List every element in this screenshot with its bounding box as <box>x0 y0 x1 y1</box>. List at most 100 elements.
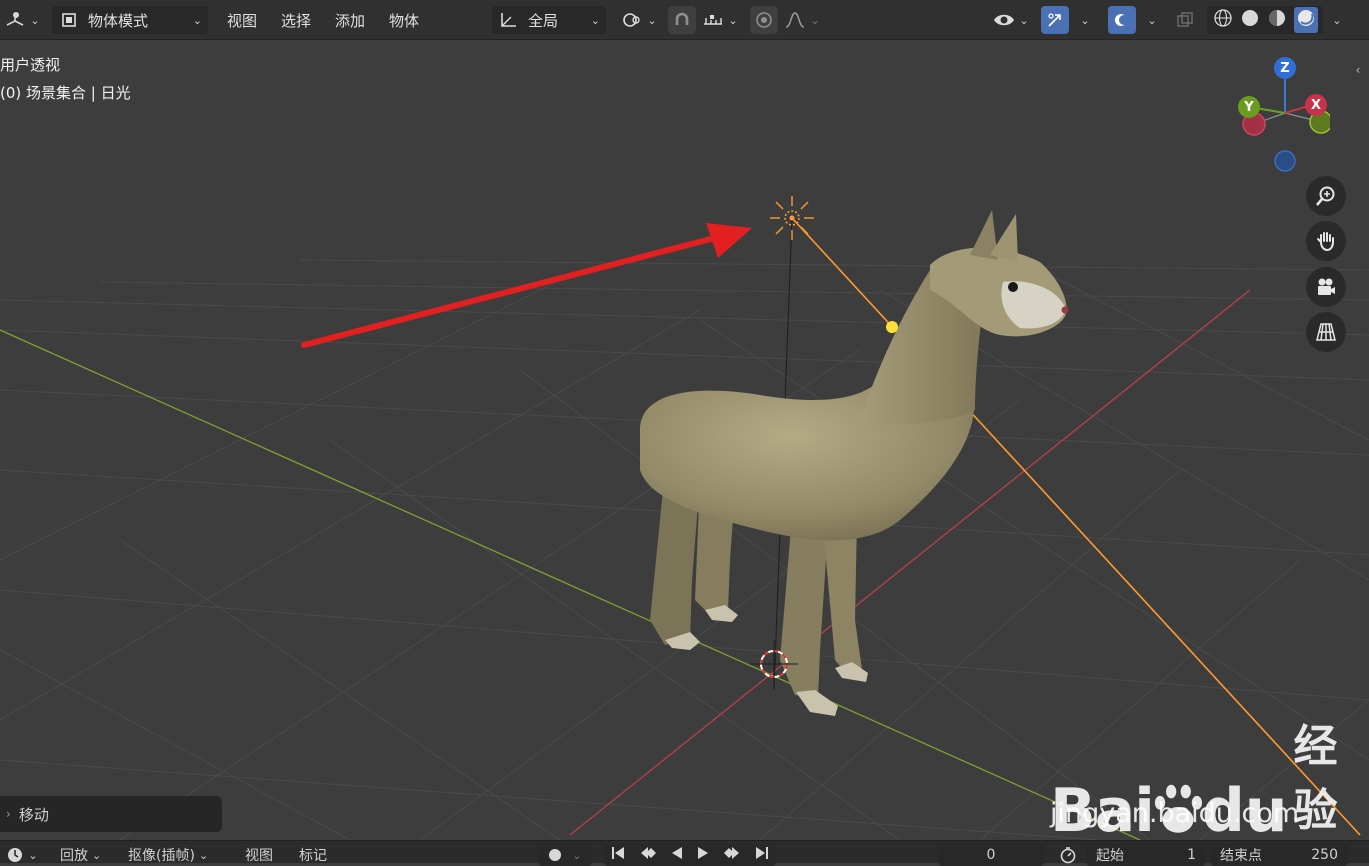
mode-label: 物体模式 <box>88 11 149 30</box>
chevron-down-icon: ⌄ <box>1019 13 1029 27</box>
menu-add[interactable]: 添加 <box>335 6 365 34</box>
xray-toggle[interactable] <box>1172 6 1198 34</box>
chevron-down-icon: ⌄ <box>198 848 209 862</box>
eye-icon <box>994 14 1015 26</box>
zoom-button[interactable] <box>1306 176 1346 216</box>
next-keyframe-icon <box>723 847 739 859</box>
watermark-url: jingyan.baidu.com <box>1050 798 1300 829</box>
chevron-down-icon: ⌄ <box>572 848 582 862</box>
editor-type-button[interactable]: ⌄ <box>2 6 42 34</box>
play-icon <box>698 847 709 859</box>
viewport-3d-icon <box>7 12 24 26</box>
shading-solid-button[interactable] <box>1240 8 1260 32</box>
keying-label: 抠像(插帧) <box>128 848 195 864</box>
camera-icon <box>1318 278 1335 295</box>
shading-material-button[interactable] <box>1267 8 1287 32</box>
menu-view[interactable]: 视图 <box>227 6 257 34</box>
pan-button[interactable] <box>1306 221 1346 261</box>
jump-start-icon <box>612 847 625 859</box>
menu-object[interactable]: 物体 <box>389 6 419 34</box>
snap-increment-icon <box>704 15 723 25</box>
overlays-toggle[interactable] <box>1108 6 1136 34</box>
chevron-down-icon: ⌄ <box>1080 13 1090 27</box>
sun-direction-handle[interactable] <box>886 321 898 333</box>
gizmo-z-axis[interactable]: Z <box>1274 57 1296 79</box>
chevron-down-icon: ⌄ <box>647 13 657 27</box>
visibility-button[interactable]: ⌄ <box>988 6 1034 34</box>
camera-view-button[interactable] <box>1306 267 1346 307</box>
perspective-toggle-button[interactable] <box>1306 312 1346 352</box>
prev-keyframe-button[interactable] <box>639 846 657 864</box>
chevron-down-icon: ⌄ <box>728 13 738 27</box>
start-frame-value: 1 <box>1187 847 1196 863</box>
falloff-button[interactable]: ⌄ <box>782 6 822 34</box>
orientation-label: 全局 <box>528 11 559 30</box>
last-operator-panel[interactable]: › 移动 <box>0 796 222 832</box>
sidebar-toggle[interactable]: ‹ <box>1347 58 1369 82</box>
gizmo-dropdown[interactable]: ⌄ <box>1072 6 1094 34</box>
next-keyframe-button[interactable] <box>723 846 741 864</box>
shading-rendered-button[interactable] <box>1293 7 1318 33</box>
clock-icon <box>8 848 23 862</box>
snap-target-button[interactable]: ⌄ <box>698 6 742 34</box>
jump-to-end-button[interactable] <box>754 846 770 864</box>
prev-keyframe-icon <box>640 847 656 859</box>
chevron-down-icon: ⌄ <box>1332 13 1342 27</box>
chevron-down-icon: ⌄ <box>810 13 820 27</box>
object-mode-icon <box>62 13 76 27</box>
gizmo-x-axis[interactable]: X <box>1305 94 1327 116</box>
start-frame-label: 起始 <box>1096 848 1124 864</box>
sun-light-object[interactable] <box>770 196 814 240</box>
gizmo-y-axis[interactable]: Y <box>1238 96 1260 118</box>
wireframe-sphere-icon <box>1213 9 1232 27</box>
record-dot-icon <box>549 849 562 861</box>
zoom-magnifier-icon <box>1316 186 1335 206</box>
chevron-down-icon: ⌄ <box>590 13 600 27</box>
view-name-label: 用户透视 <box>0 56 61 74</box>
chevron-down-icon: ⌄ <box>30 13 40 27</box>
timeline-header: ⌄ 回放 ⌄ 抠像(插帧) ⌄ 视图 标记 ⌄ 0 起始 1 结束点 250 <box>0 840 1369 866</box>
play-reverse-icon <box>671 847 682 859</box>
shading-selector <box>1207 6 1323 34</box>
solid-sphere-icon <box>1241 10 1258 26</box>
viewport-header: ⌄ 物体模式 ⌄ 视图 选择 添加 物体 全局 ⌄ ⌄ ⌄ ⌄ ⌄ ⌄ ⌄ ⌄ <box>0 0 1369 40</box>
stopwatch-icon <box>1060 847 1076 864</box>
pivot-icon <box>623 13 641 27</box>
grid-perspective-icon <box>1316 323 1336 341</box>
annotation-red-arrow <box>301 223 752 348</box>
overlays-dropdown[interactable]: ⌄ <box>1139 6 1161 34</box>
menu-select[interactable]: 选择 <box>281 6 311 34</box>
magnet-icon <box>675 12 689 25</box>
snap-toggle[interactable] <box>668 6 696 34</box>
chevron-down-icon: ⌄ <box>92 848 102 862</box>
pivot-point-button[interactable]: ⌄ <box>618 6 660 34</box>
mode-selector[interactable]: 物体模式 ⌄ <box>52 6 208 34</box>
chevron-down-icon: ⌄ <box>28 848 38 862</box>
play-button[interactable] <box>696 846 710 864</box>
viewport-3d[interactable]: 用户透视 (0) 场景集合 | 日光 Z Y X ‹ Bai du 经验 jin… <box>0 40 1369 840</box>
orientation-icon <box>501 13 516 27</box>
navigation-gizmo[interactable]: Z Y X <box>1230 57 1330 180</box>
chevron-right-icon: › <box>6 807 11 821</box>
falloff-curve-icon <box>786 12 805 28</box>
overlays-icon <box>1115 14 1129 26</box>
rendered-sphere-icon <box>1297 10 1314 26</box>
shading-dropdown[interactable]: ⌄ <box>1325 6 1345 34</box>
jump-to-start-button[interactable] <box>610 846 626 864</box>
chevron-down-icon: ⌄ <box>192 13 202 27</box>
last-operator-label: 移动 <box>18 805 49 824</box>
gizmo-icon <box>1048 13 1061 27</box>
watermark-brand-c: 经验 <box>1293 721 1338 836</box>
transform-orientation-selector[interactable]: 全局 ⌄ <box>492 6 606 34</box>
playback-label: 回放 <box>60 848 88 864</box>
hand-icon <box>1317 232 1334 252</box>
gizmo-toggle[interactable] <box>1041 6 1069 34</box>
proportional-editing-toggle[interactable] <box>750 6 778 34</box>
chevron-down-icon: ⌄ <box>1147 13 1157 27</box>
end-frame-value: 250 <box>1311 847 1338 863</box>
xray-icon <box>1177 12 1193 27</box>
shading-wireframe-button[interactable] <box>1213 8 1233 32</box>
play-reverse-button[interactable] <box>670 846 684 864</box>
jump-end-icon <box>755 847 768 859</box>
material-sphere-icon <box>1268 10 1285 26</box>
